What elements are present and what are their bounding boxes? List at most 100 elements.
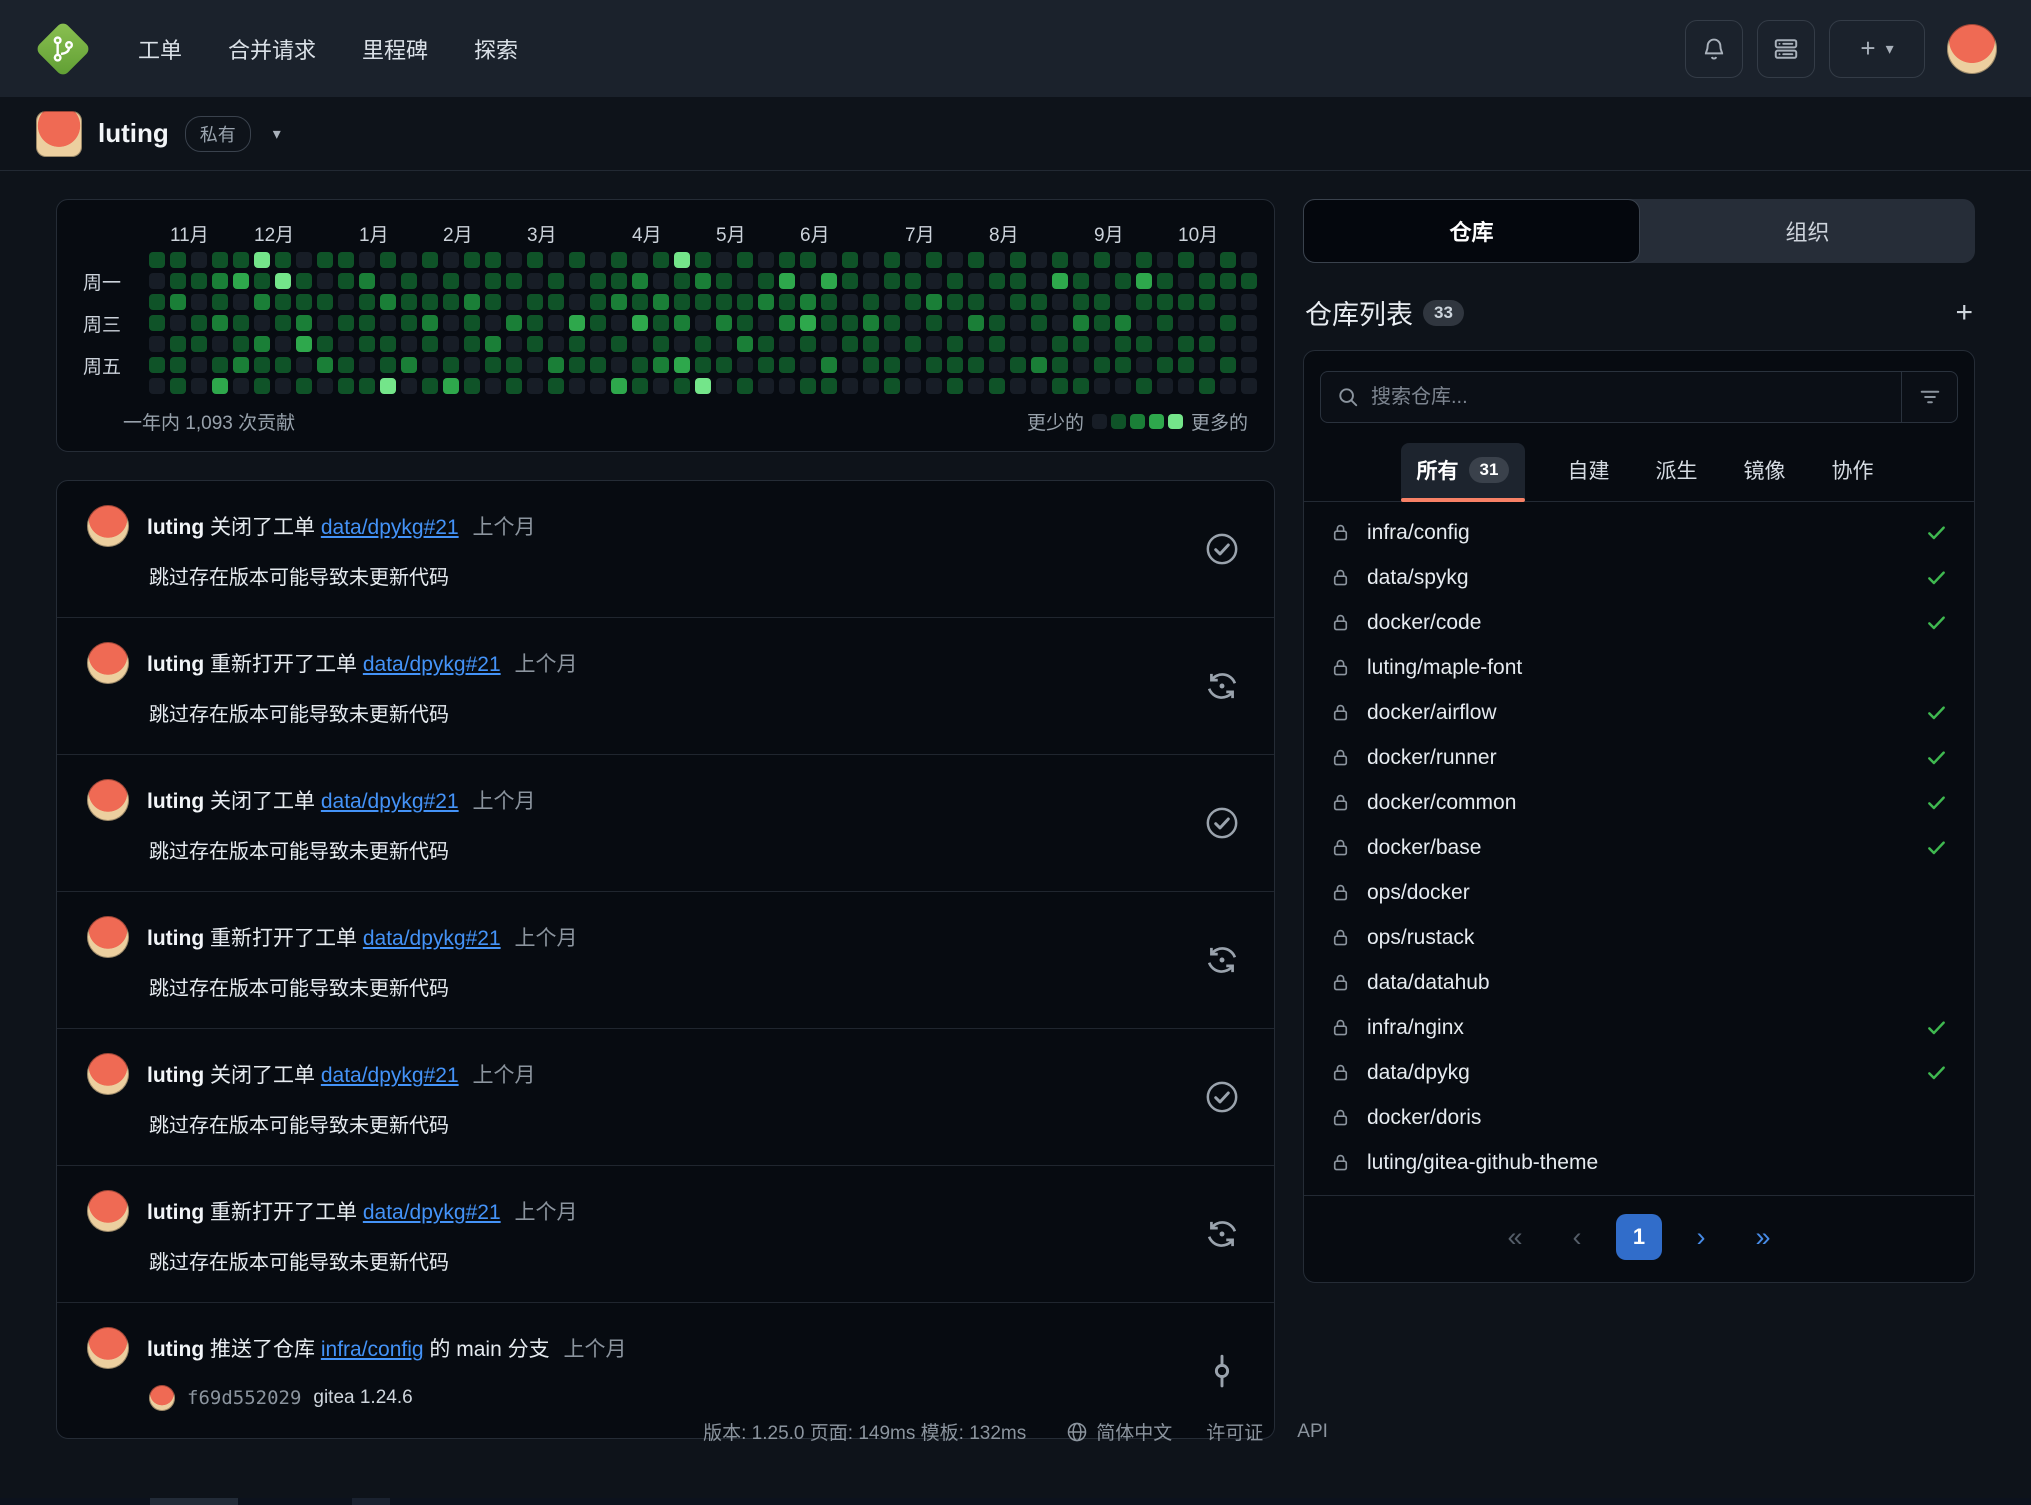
- feed-issue-link[interactable]: data/dpykg#21: [321, 516, 459, 539]
- repo-row[interactable]: data/datahub: [1304, 960, 1974, 1005]
- repo-filter-tab[interactable]: 所有 31: [1401, 443, 1526, 501]
- feed-avatar[interactable]: [87, 642, 129, 684]
- commit-hash[interactable]: f69d552029: [187, 1387, 301, 1409]
- repo-name[interactable]: data/datahub: [1367, 971, 1948, 995]
- repo-filter-tab[interactable]: 协作: [1827, 443, 1877, 501]
- feed-issue-link[interactable]: data/dpykg#21: [363, 1201, 501, 1224]
- profile-dropdown-caret[interactable]: ▾: [273, 124, 281, 144]
- repo-name[interactable]: ops/docker: [1367, 881, 1948, 905]
- feed-issue-link[interactable]: data/dpykg#21: [363, 653, 501, 676]
- feed-avatar[interactable]: [87, 505, 129, 547]
- repo-row[interactable]: docker/runner: [1304, 735, 1974, 780]
- repo-filter-tab[interactable]: 镜像: [1739, 443, 1789, 501]
- repo-name[interactable]: luting/gitea-github-theme: [1367, 1151, 1948, 1175]
- feed-time: 上个月: [514, 1201, 577, 1224]
- heatmap-cell: [695, 357, 711, 373]
- repo-search-input[interactable]: [1371, 386, 1901, 409]
- lock-icon: [1330, 612, 1351, 633]
- feed-avatar[interactable]: [87, 1190, 129, 1232]
- repo-row[interactable]: infra/config: [1304, 510, 1974, 555]
- heatmap-cell: [821, 336, 837, 352]
- pagination-last[interactable]: »: [1740, 1214, 1786, 1260]
- repo-name[interactable]: docker/common: [1367, 791, 1909, 815]
- user-avatar[interactable]: [1947, 24, 1997, 74]
- repo-name[interactable]: infra/config: [1367, 521, 1909, 545]
- repo-name[interactable]: docker/code: [1367, 611, 1909, 635]
- admin-panel-button[interactable]: [1757, 20, 1815, 78]
- repo-name[interactable]: docker/airflow: [1367, 701, 1909, 725]
- repo-row[interactable]: docker/airflow: [1304, 690, 1974, 735]
- repo-name[interactable]: ops/rustack: [1367, 926, 1948, 950]
- feed-username[interactable]: luting: [147, 1201, 204, 1224]
- repo-filter-tab[interactable]: 自建: [1563, 443, 1613, 501]
- repo-filter-button[interactable]: [1901, 372, 1957, 422]
- feed-issue-link[interactable]: data/dpykg#21: [363, 927, 501, 950]
- repo-row[interactable]: luting/gitea-github-theme: [1304, 1140, 1974, 1185]
- heatmap-cell: [884, 252, 900, 268]
- heatmap-cell: [1157, 336, 1173, 352]
- repo-row[interactable]: docker/base: [1304, 825, 1974, 870]
- pagination-next[interactable]: ›: [1678, 1214, 1724, 1260]
- navbar-link[interactable]: 里程碑: [362, 33, 428, 65]
- repo-row[interactable]: docker/common: [1304, 780, 1974, 825]
- feed-username[interactable]: luting: [147, 1064, 204, 1087]
- tab-organizations[interactable]: 组织: [1640, 199, 1975, 263]
- feed-repo-link[interactable]: infra/config: [321, 1338, 424, 1361]
- feed-username[interactable]: luting: [147, 790, 204, 813]
- create-new-button[interactable]: + ▾: [1829, 20, 1925, 78]
- heatmap-month-label: 11月: [170, 220, 209, 247]
- footer-link[interactable]: 许可证: [1206, 1418, 1263, 1445]
- feed-avatar[interactable]: [87, 916, 129, 958]
- footer-link[interactable]: API: [1297, 1421, 1328, 1443]
- feed-username[interactable]: luting: [147, 653, 204, 676]
- heatmap-cell: [926, 315, 942, 331]
- repo-row[interactable]: data/dpykg: [1304, 1050, 1974, 1095]
- notifications-button[interactable]: [1685, 20, 1743, 78]
- repo-name[interactable]: data/spykg: [1367, 566, 1909, 590]
- tab-repositories[interactable]: 仓库: [1303, 199, 1640, 263]
- repo-name[interactable]: luting/maple-font: [1367, 656, 1948, 680]
- gitea-logo[interactable]: [34, 20, 92, 78]
- feed-item: luting 关闭了工单 data/dpykg#21 上个月 跳过存在版本可能导…: [57, 481, 1274, 617]
- navbar-link[interactable]: 探索: [474, 33, 518, 65]
- heatmap-cell: [611, 315, 627, 331]
- feed-issue-link[interactable]: data/dpykg#21: [321, 1064, 459, 1087]
- heatmap-cell: [590, 294, 606, 310]
- heatmap-cell: [926, 357, 942, 373]
- heatmap-cell: [1157, 294, 1173, 310]
- repo-row[interactable]: ops/rustack: [1304, 915, 1974, 960]
- navbar-link[interactable]: 工单: [138, 33, 182, 65]
- footer-link[interactable]: 简体中文: [1066, 1418, 1172, 1445]
- pagination-prev[interactable]: ‹: [1554, 1214, 1600, 1260]
- repo-row[interactable]: ops/docker: [1304, 870, 1974, 915]
- feed-avatar[interactable]: [87, 1053, 129, 1095]
- heatmap-cell: [506, 315, 522, 331]
- feed-type-icon: [1204, 1353, 1240, 1389]
- repo-name[interactable]: infra/nginx: [1367, 1016, 1909, 1040]
- repo-filter-tab[interactable]: 派生: [1651, 443, 1701, 501]
- repo-name[interactable]: docker/doris: [1367, 1106, 1948, 1130]
- repo-row[interactable]: data/spykg: [1304, 555, 1974, 600]
- feed-issue-link[interactable]: data/dpykg#21: [321, 790, 459, 813]
- repo-row[interactable]: docker/code: [1304, 600, 1974, 645]
- repo-row[interactable]: infra/nginx: [1304, 1005, 1974, 1050]
- repo-row[interactable]: docker/doris: [1304, 1095, 1974, 1140]
- repo-name[interactable]: docker/base: [1367, 836, 1909, 860]
- heatmap-cell: [800, 273, 816, 289]
- feed-username[interactable]: luting: [147, 1338, 204, 1361]
- new-repo-button[interactable]: +: [1955, 298, 1973, 328]
- feed-username[interactable]: luting: [147, 516, 204, 539]
- heatmap-cell: [212, 273, 228, 289]
- feed-action: 重新打开了工单: [210, 1201, 363, 1224]
- navbar-link[interactable]: 合并请求: [228, 33, 316, 65]
- feed-avatar[interactable]: [87, 779, 129, 821]
- feed-username[interactable]: luting: [147, 927, 204, 950]
- repo-name[interactable]: docker/runner: [1367, 746, 1909, 770]
- profile-avatar[interactable]: [36, 111, 82, 157]
- repo-name[interactable]: data/dpykg: [1367, 1061, 1909, 1085]
- repo-row[interactable]: luting/maple-font: [1304, 645, 1974, 690]
- pagination-page-1[interactable]: 1: [1616, 1214, 1662, 1260]
- heatmap-cell: [1178, 294, 1194, 310]
- pagination-first[interactable]: «: [1492, 1214, 1538, 1260]
- feed-avatar[interactable]: [87, 1327, 129, 1369]
